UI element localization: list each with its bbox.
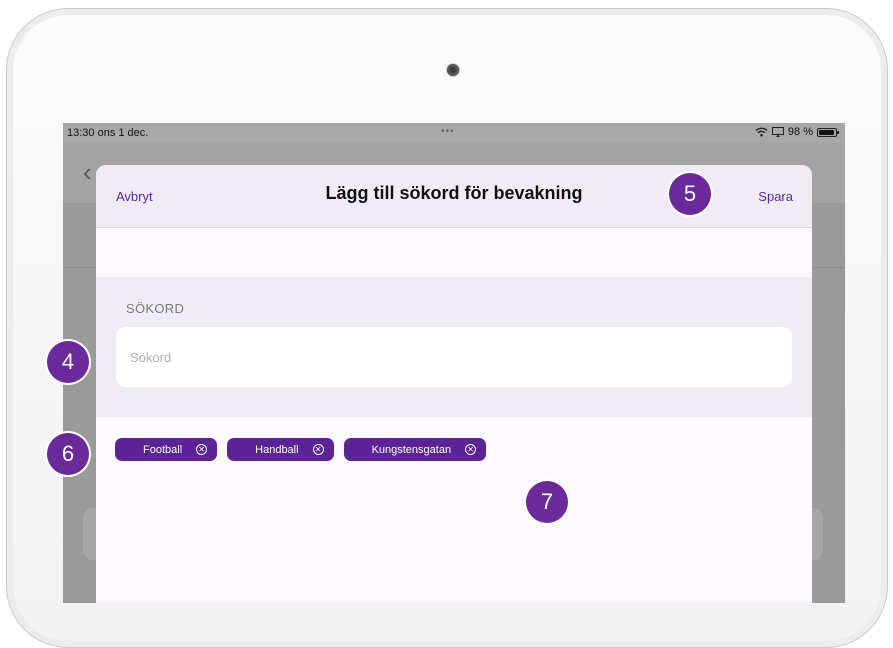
remove-chip-icon[interactable]: ✕	[312, 444, 324, 455]
section-header: SÖKORD	[126, 301, 185, 316]
status-time-date: 13:30 ons 1 dec.	[67, 127, 148, 139]
keyword-chip[interactable]: Kungstensgatan ✕	[343, 438, 487, 461]
remove-chip-icon[interactable]: ✕	[465, 444, 477, 455]
annotation-badge-7: 7	[526, 481, 568, 523]
screen-mirroring-icon	[771, 127, 784, 137]
wifi-icon	[755, 127, 768, 137]
chip-label: Handball	[255, 443, 299, 456]
keyword-chips: Football ✕ Handball ✕ Kungstensgatan ✕	[115, 438, 487, 461]
keyword-input[interactable]	[116, 327, 792, 387]
status-right: 98 %	[755, 126, 839, 138]
keyword-section: SÖKORD	[96, 277, 812, 417]
modal-sheet: Avbryt Lägg till sökord för bevakning Sp…	[96, 165, 812, 603]
chip-label: Football	[143, 443, 183, 456]
battery-percent: 98 %	[787, 126, 813, 138]
status-bar: 13:30 ons 1 dec. ••• 98 %	[63, 123, 845, 143]
keyword-chip[interactable]: Football ✕	[115, 438, 218, 461]
annotation-badge-5: 5	[669, 173, 711, 215]
remove-chip-icon[interactable]: ✕	[196, 444, 208, 455]
back-chevron-icon: ‹	[83, 157, 92, 187]
battery-icon	[817, 127, 839, 137]
multitasking-dots[interactable]: •••	[441, 126, 455, 137]
camera	[447, 64, 459, 76]
status-date: ons 1 dec.	[97, 127, 149, 139]
save-button[interactable]: Spara	[758, 189, 793, 204]
screen: 13:30 ons 1 dec. ••• 98 % ‹ Avbryt Lägg …	[63, 123, 845, 603]
keyword-chip[interactable]: Handball ✕	[227, 438, 334, 461]
annotation-badge-6: 6	[47, 433, 89, 475]
chip-label: Kungstensgatan	[371, 443, 452, 456]
annotation-badge-4: 4	[47, 341, 89, 383]
status-time: 13:30	[67, 127, 95, 139]
